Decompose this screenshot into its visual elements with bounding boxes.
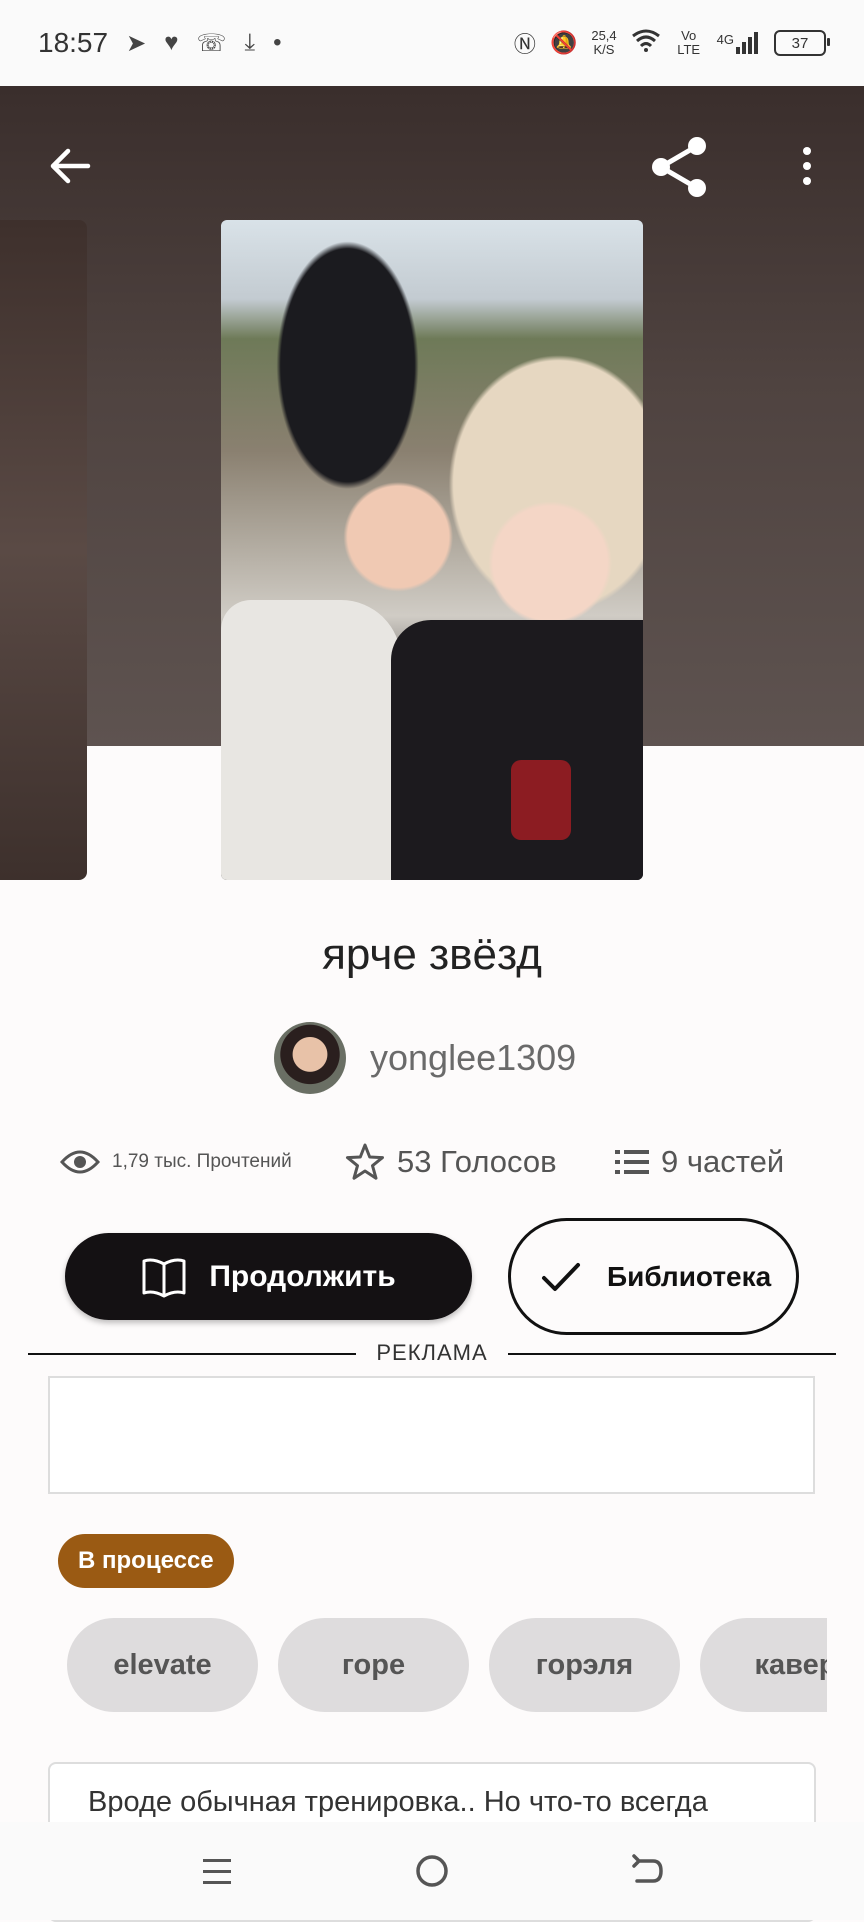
author-avatar[interactable] <box>274 1022 346 1094</box>
download-icon: ⤓ <box>244 29 256 56</box>
wifi-icon <box>631 28 661 58</box>
more-dot-icon <box>803 177 811 185</box>
star-icon <box>346 1143 384 1180</box>
network-type: 4G <box>716 32 734 47</box>
ad-banner[interactable] <box>48 1376 815 1494</box>
cover-photo-detail <box>221 600 401 880</box>
previous-story-cover[interactable] <box>0 220 87 880</box>
ad-divider: РЕКЛАМА <box>28 1340 836 1370</box>
system-nav-bar <box>0 1822 864 1920</box>
description-text: Вроде обычная тренировка.. Но что-то все… <box>88 1786 708 1818</box>
author-link[interactable]: yonglee1309 <box>274 1020 576 1096</box>
continue-label: Продолжить <box>209 1259 396 1293</box>
reads-count: 1,79 тыс. Прочтений <box>112 1151 292 1172</box>
votes-stat: 53 Голосов <box>345 1142 615 1182</box>
net-speed-unit: K/S <box>593 42 615 57</box>
story-stats: 1,79 тыс. Прочтений 53 Голосов 9 частей <box>60 1132 820 1192</box>
top-toolbar <box>0 126 864 206</box>
back-arrow-icon <box>50 148 91 184</box>
more-options-button[interactable] <box>790 136 824 196</box>
more-dot-icon <box>803 162 811 170</box>
missed-call-icon: ☏ <box>196 29 227 57</box>
cover-photo-detail <box>391 620 643 880</box>
volte-label: Vo LTE <box>677 28 701 57</box>
nfc-icon: Ⓝ <box>513 32 536 57</box>
list-icon <box>615 1150 649 1174</box>
votes-count: 53 Голосов <box>397 1144 557 1179</box>
cover-photo-detail <box>511 760 571 840</box>
status-right: Ⓝ 🔕 25,4 K/S Vo LTE 4G 37 <box>513 27 830 59</box>
share-icon <box>652 137 706 197</box>
reads-stat: 1,79 тыс. Прочтений <box>60 1148 345 1176</box>
back-nav-button[interactable] <box>627 1851 667 1891</box>
tag-chip[interactable]: горе <box>278 1618 469 1712</box>
net-speed: 25,4 K/S <box>591 29 616 57</box>
continue-reading-button[interactable]: Продолжить <box>65 1233 472 1320</box>
status-bar: 18:57 ➤ ♥ ☏ ⤓ • Ⓝ 🔕 25,4 K/S Vo LTE 4G 3… <box>0 0 864 86</box>
status-badge: В процессе <box>58 1534 234 1588</box>
home-nav-button[interactable] <box>412 1851 452 1891</box>
more-dot-icon <box>803 147 811 155</box>
parts-count: 9 частей <box>661 1144 785 1179</box>
menu-nav-button[interactable] <box>197 1851 237 1891</box>
author-name[interactable]: yonglee1309 <box>370 1037 576 1079</box>
status-left: 18:57 ➤ ♥ ☏ ⤓ • <box>38 27 281 59</box>
checkmark-icon <box>542 1262 580 1291</box>
heart-icon: ♥ <box>164 29 179 56</box>
back-button[interactable] <box>40 136 100 196</box>
tag-chip[interactable]: кавер <box>700 1618 827 1712</box>
divider-line <box>508 1353 836 1355</box>
parts-stat[interactable]: 9 частей <box>615 1144 784 1180</box>
signal-icon: 4G <box>717 32 760 54</box>
clock: 18:57 <box>38 27 109 58</box>
story-cover-image[interactable] <box>221 220 643 880</box>
story-title: ярче звёзд <box>322 930 542 979</box>
library-label: Библиотека <box>607 1260 772 1292</box>
book-icon <box>142 1258 186 1297</box>
telegram-icon: ➤ <box>126 29 147 57</box>
library-button[interactable]: Библиотека <box>508 1218 799 1335</box>
tag-chip[interactable]: горэля <box>489 1618 680 1712</box>
net-speed-value: 25,4 <box>591 28 617 43</box>
battery-icon: 37 <box>774 30 830 56</box>
battery-level: 37 <box>791 34 809 52</box>
eye-icon <box>60 1150 100 1174</box>
share-button[interactable] <box>645 132 715 202</box>
mute-icon: 🔕 <box>549 30 578 55</box>
tag-chip[interactable]: elevate <box>67 1618 258 1712</box>
dot-icon: • <box>273 29 282 56</box>
tag-list: elevate горе горэля кавер <box>67 1618 827 1714</box>
